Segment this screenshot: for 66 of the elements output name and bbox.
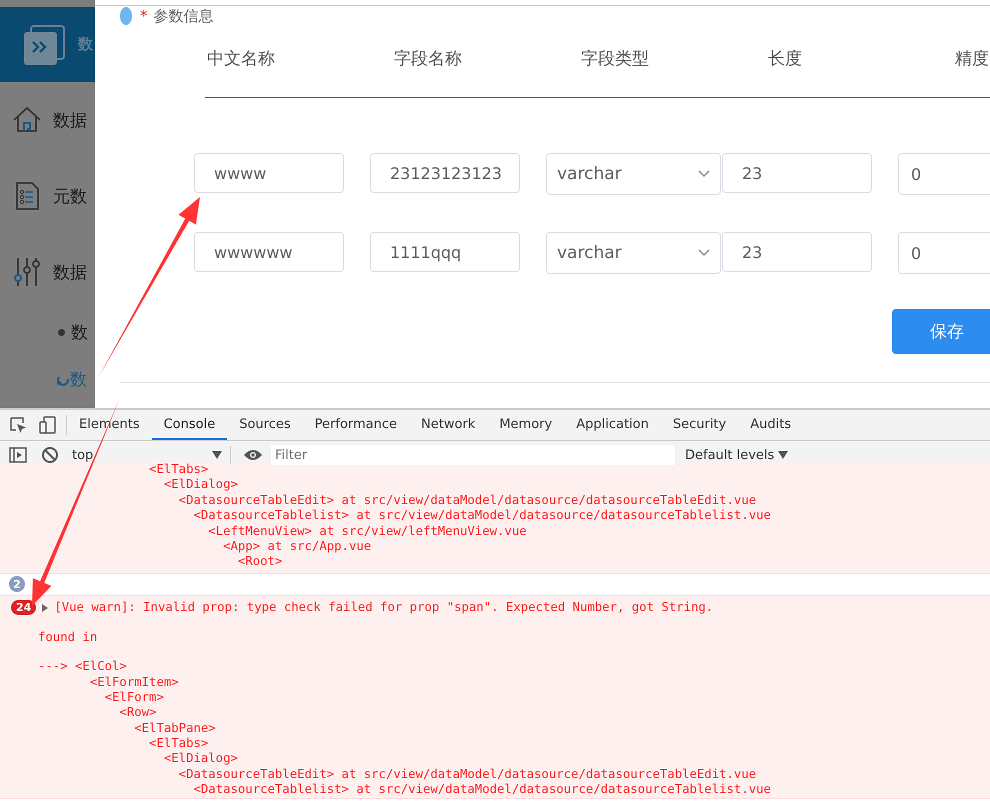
devtools-tab[interactable]: Application [564,410,661,440]
input-field[interactable]: 0 [898,232,990,274]
stack-line: <DatasourceTableEdit> at src/view/dataModel/datasource/datasourceTableEdit.vue [178,492,758,508]
stack-line: <ElDialog> [162,751,239,767]
select-field[interactable]: varchar [546,232,721,274]
warning-text: [Vue warn]: Invalid prop: type check failed for prop "span". Expected Number, got String. [54,600,714,616]
devtools-tab[interactable]: Security [660,410,738,440]
column-header: 中文名称 [206,48,276,70]
stack-line: <ElForm> [104,690,165,706]
input-field[interactable]: wwwwww [194,232,344,272]
sidebar-item[interactable]: 数据 [0,234,95,310]
chevron-down-icon [698,249,710,257]
drop-icon [118,6,134,26]
caret-icon [778,451,788,459]
stack-line: <App> at src/App.vue [222,538,372,554]
logo-icon [23,24,65,64]
stack-line: <ElTabs> [148,736,210,752]
devtools-tab[interactable]: Network [409,410,488,440]
devtools-tab[interactable]: Memory [487,410,564,440]
sidebar-subitem[interactable]: 数 [71,320,88,344]
stack-line: ---> <ElCol> [38,659,128,675]
input-field[interactable]: 0 [898,153,990,195]
input-field[interactable]: 23123123123 [370,153,520,193]
stack-line: <DatasourceTableEdit> at src/view/dataModel/datasource/datasourceTableEdit.vue [178,766,758,782]
input-field[interactable]: wwww [194,153,344,193]
sidebar-item[interactable]: 数据 [0,82,95,158]
device-icon[interactable] [39,416,57,434]
caret-icon [212,451,222,459]
clear-icon[interactable] [41,446,59,464]
stack-line: <ElTabs> [148,462,210,478]
select-field[interactable]: varchar [546,153,721,195]
devtools-tab[interactable]: Audits [738,410,804,440]
stack-line: <LeftMenuView> at src/view/leftMenuView.vue [207,524,528,539]
stack-line: <Root> [236,554,284,570]
found-in-text: found in [37,630,98,646]
stack-line: <DatasourceTablelist> at src/view/dataModel/datasource/datasourceTablelist.vue [192,782,772,798]
section-label: 参数信息 [154,6,214,26]
filter-field[interactable]: Filter [271,445,675,465]
inspect-icon[interactable] [9,416,27,434]
input-field[interactable]: 23 [722,153,872,193]
devtools-tab[interactable]: Performance [302,410,410,440]
input-field[interactable]: 1111qqq [370,232,520,272]
eye-icon[interactable] [243,448,263,462]
input-field[interactable]: 23 [722,232,872,272]
required-mark: * [140,6,148,26]
stack-line: <ElDialog> [162,477,239,493]
save-button[interactable]: 保存 [892,309,990,354]
levels-dropdown[interactable]: Default levels [685,448,788,462]
sliders-icon [11,256,43,288]
column-header: 字段类型 [580,48,650,70]
expand-triangle-icon[interactable] [41,604,50,612]
chevron-down-icon [698,170,710,178]
stack-line: <ElTabPane> [133,720,217,736]
stack-line: <DatasourceTablelist> at src/view/dataModel/datasource/datasourceTablelist.vue [192,508,772,524]
count-badge: 24 [11,600,36,616]
stack-line: <ElFormItem> [88,674,180,690]
bullet-icon [58,328,65,336]
sidebar-toggle-icon[interactable] [9,447,27,463]
column-header: 字段名称 [393,48,463,70]
sidebar-item[interactable]: 元数 [0,158,95,234]
stack-line: <Row> [118,705,158,721]
sidebar-title: 数 [78,35,93,54]
column-header: 长度 [767,48,803,70]
count-badge: 2 [9,576,25,592]
column-header: 精度 [954,48,990,70]
devtools-tab[interactable]: Sources [227,410,303,440]
